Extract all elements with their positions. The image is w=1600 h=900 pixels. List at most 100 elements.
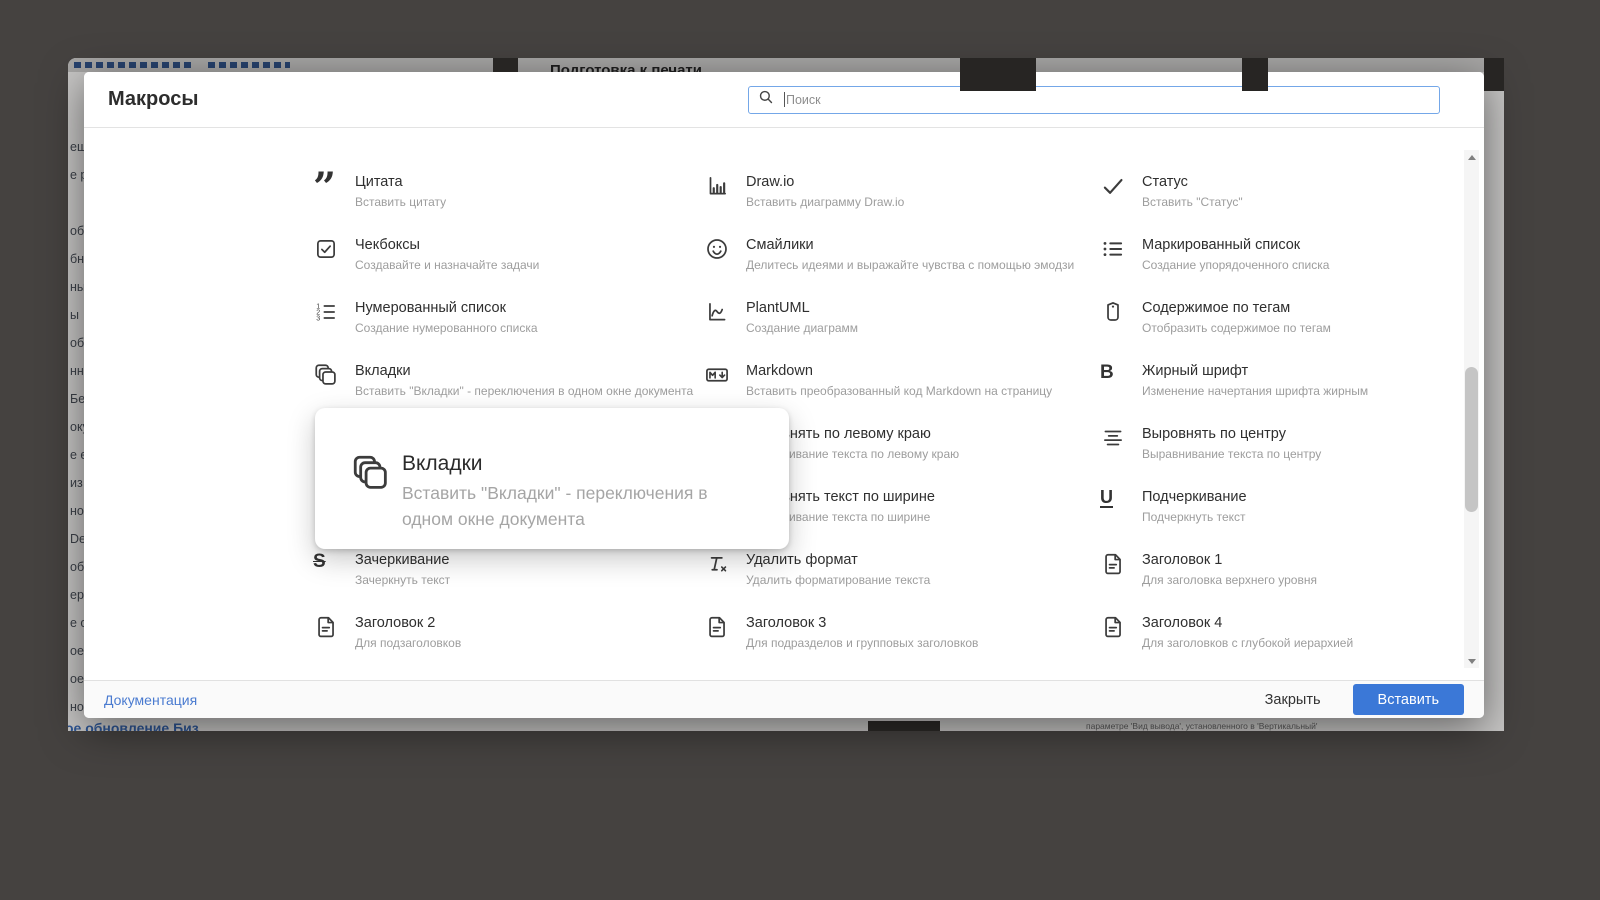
macro-title: Заголовок 4 <box>1142 615 1223 631</box>
dialog-footer: Документация Закрыть Вставить <box>84 680 1484 718</box>
background-text-fragment: параметре 'Вид вывода', установленного в… <box>1086 721 1318 731</box>
macro-item[interactable]: S Зачеркивание Зачеркнуть текст <box>313 551 704 614</box>
macro-item[interactable]: Маркированный список Создание упорядоченн… <box>1100 236 1484 299</box>
macro-title: Вкладки <box>355 363 411 379</box>
macro-item[interactable]: Выровнять по центру Выравнивание текста п… <box>1100 425 1484 488</box>
plantuml-icon <box>704 299 734 325</box>
macro-item[interactable]: Draw.io Вставить диаграмму Draw.io <box>704 173 1100 236</box>
macro-item[interactable]: U Подчеркивание Подчеркнуть текст <box>1100 488 1484 551</box>
macro-item[interactable]: Смайлики Делитесь идеями и выражайте чувс… <box>704 236 1100 299</box>
heading-doc-icon <box>313 614 343 640</box>
macro-item[interactable]: Чекбоксы Создавайте и назначайте задачи <box>313 236 704 299</box>
macro-description: Создавайте и назначайте задачи <box>355 258 540 272</box>
macro-description: Для подзаголовков <box>355 636 462 650</box>
documentation-link[interactable]: Документация <box>104 692 197 708</box>
dialog-title: Макросы <box>108 88 199 110</box>
window-artifact <box>1242 58 1268 91</box>
macro-description: Вставить цитату <box>355 195 447 209</box>
macro-title: Цитата <box>355 174 403 190</box>
text-caret <box>784 92 785 107</box>
macro-item[interactable]: B Жирный шрифт Изменение начертания шрифта… <box>1100 362 1484 425</box>
macro-title: PlantUML <box>746 300 810 316</box>
macro-item[interactable]: Заголовок 3 Для подразделов и групповых з… <box>704 614 1100 677</box>
search-input[interactable] <box>786 92 1431 107</box>
macro-title: Смайлики <box>746 237 814 253</box>
macro-description: Изменение начертания шрифта жирным <box>1142 384 1369 398</box>
macro-description: Для подразделов и групповых заголовков <box>746 636 979 650</box>
macro-title: Зачеркивание <box>355 552 450 568</box>
macro-title: Заголовок 1 <box>1142 552 1223 568</box>
macro-description: Вставить "Вкладки" - переключения в одно… <box>355 384 694 398</box>
window-artifact <box>493 58 518 72</box>
check-icon <box>1100 173 1130 199</box>
background-text-fragment: но <box>70 700 84 714</box>
background-text-fragment: е е <box>70 448 85 462</box>
macro-item[interactable]: Содержимое по тегам Отобразить содержимое… <box>1100 299 1484 362</box>
macro-title: Содержимое по тегам <box>1142 300 1291 316</box>
background-text-fragment: нн <box>70 364 84 378</box>
macro-item[interactable]: Статус Вставить "Статус" <box>1100 173 1484 236</box>
smiley-icon <box>704 236 734 262</box>
macro-item[interactable]: Заголовок 2 Для подзаголовков <box>313 614 704 677</box>
macro-item[interactable]: Заголовок 1 Для заголовка верхнего уровня <box>1100 551 1484 614</box>
heading-doc-icon <box>1100 551 1130 577</box>
align-center-icon <box>1100 425 1130 451</box>
macro-description: Делитесь идеями и выражайте чувства с по… <box>746 258 1075 272</box>
background-text-fragment: ны <box>70 280 85 294</box>
macro-item[interactable]: PlantUML Создание диаграмм <box>704 299 1100 362</box>
macro-preview-card[interactable]: Вкладки Вставить "Вкладки" - переключени… <box>315 408 789 549</box>
macro-list: ” Цитата Вставить цитату Draw.io Вставить ди… <box>84 128 1484 680</box>
macro-item[interactable]: 1 2 3 Нумерованный список Создание нумерован… <box>313 299 704 362</box>
background-text-fragment: об <box>70 560 85 574</box>
background-text-fragment: De <box>70 532 85 546</box>
background-dark-block <box>868 721 940 731</box>
background-text-fragment: но <box>70 504 84 518</box>
macro-title: Draw.io <box>746 174 795 190</box>
bullet-list-icon <box>1100 236 1130 262</box>
svg-text:3: 3 <box>316 315 320 322</box>
scrollbar[interactable] <box>1464 150 1479 668</box>
macro-description: Выравнивание текста по центру <box>1142 447 1322 461</box>
window-artifact <box>960 58 1036 91</box>
background-text-fragment: Бег <box>70 392 85 406</box>
tabs-icon <box>350 452 402 532</box>
macro-description: Удалить форматирование текста <box>746 573 931 587</box>
search-icon <box>757 88 775 111</box>
macro-description: Зачеркнуть текст <box>355 573 451 587</box>
numbered-list-icon: 123 <box>313 299 343 325</box>
macro-description: Создание упорядоченного списка <box>1142 258 1330 272</box>
background-text-fragment: бн <box>70 252 85 266</box>
macro-description: Для заголовка верхнего уровня <box>1142 573 1317 587</box>
dialog-header: Макросы <box>84 72 1484 128</box>
markdown-icon <box>704 362 734 388</box>
macro-item[interactable]: Заголовок 4 Для заголовков с глубокой иер… <box>1100 614 1484 677</box>
macro-description: Отобразить содержимое по тегам <box>1142 321 1331 335</box>
checkbox-icon <box>313 236 343 262</box>
background-text-fragment: ер <box>70 588 84 602</box>
window-artifact <box>1484 58 1504 91</box>
heading-doc-icon <box>1100 614 1130 640</box>
macro-description: Вставить "Статус" <box>1142 195 1243 209</box>
preview-description: Вставить "Вкладки" - переключения в одно… <box>402 483 708 529</box>
tag-icon <box>1100 299 1130 325</box>
background-text-fragment: об <box>70 224 85 238</box>
background-text-fragment: е р <box>70 168 85 182</box>
macros-dialog: Макросы ” Цитата Вставить цитату Draw.io Вст… <box>84 72 1484 718</box>
macro-title: Нумерованный список <box>355 300 506 316</box>
background-text-fragment: обн <box>70 336 85 350</box>
macro-item[interactable]: ” Цитата Вставить цитату <box>313 168 704 236</box>
scrollbar-thumb[interactable] <box>1465 367 1478 512</box>
search-box[interactable] <box>748 85 1440 114</box>
close-button[interactable]: Закрыть <box>1251 686 1335 714</box>
drawio-icon <box>704 173 734 199</box>
macro-item[interactable]: Удалить формат Удалить форматирование тек… <box>704 551 1100 614</box>
scroll-up-button[interactable] <box>1464 150 1479 164</box>
macro-title: Заголовок 3 <box>746 615 827 631</box>
scroll-down-button[interactable] <box>1464 654 1479 668</box>
macro-title: Маркированный список <box>1142 237 1301 253</box>
macro-title: Чекбоксы <box>355 237 420 253</box>
background-text-fragment: ое <box>70 672 84 686</box>
insert-button[interactable]: Вставить <box>1352 684 1464 715</box>
heading-doc-icon <box>704 614 734 640</box>
macro-description: Подчеркнуть текст <box>1142 510 1246 524</box>
